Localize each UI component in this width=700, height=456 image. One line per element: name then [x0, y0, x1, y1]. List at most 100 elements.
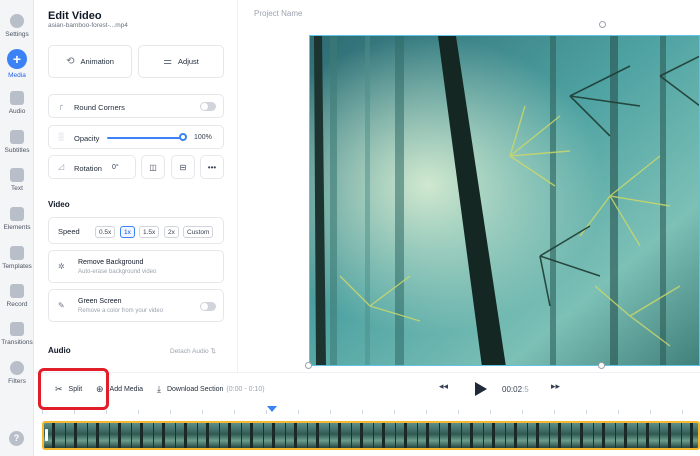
green-screen-toggle[interactable] — [200, 302, 216, 311]
clip-thumbnail — [506, 423, 528, 448]
clip-thumbnail — [198, 423, 220, 448]
animation-button[interactable]: ⟲ Animation — [48, 45, 132, 78]
round-corners-label: Round Corners — [74, 103, 125, 112]
file-name: asian-bamboo-forest-...mp4 — [48, 22, 128, 29]
rail-item-text[interactable]: Text — [0, 168, 34, 192]
rail-item-settings[interactable]: Settings — [0, 14, 34, 38]
ruler-tick — [106, 410, 107, 414]
clip-thumbnail — [462, 423, 484, 448]
rotation-input[interactable]: 0° — [112, 164, 119, 171]
transitions-icon — [10, 322, 24, 336]
ruler-tick — [202, 410, 203, 414]
rail-item-media[interactable]: Media — [0, 49, 34, 79]
rail-label: Subtitles — [4, 147, 30, 154]
rail-item-filters[interactable]: Filters — [0, 361, 34, 385]
more-icon: ••• — [207, 162, 217, 172]
time-fraction: :5 — [522, 385, 529, 394]
opacity-row: ░ Opacity 100% — [48, 125, 224, 149]
rail-item-record[interactable]: Record — [0, 284, 34, 308]
green-screen-title: Green Screen — [78, 298, 122, 305]
ruler-tick — [74, 410, 75, 414]
edit-panel: Edit Video asian-bamboo-forest-...mp4 ⟲ … — [35, 0, 238, 372]
plus-icon — [7, 49, 27, 69]
ruler-tick — [490, 410, 491, 414]
animation-label: Animation — [80, 57, 114, 66]
templates-icon — [10, 246, 24, 260]
ruler-tick — [170, 410, 171, 414]
ruler-tick — [362, 410, 363, 414]
flip-horizontal-icon: ◫ — [149, 162, 157, 172]
playhead[interactable] — [267, 406, 277, 412]
clip-thumbnail — [572, 423, 594, 448]
speed-2x[interactable]: 2x — [164, 226, 179, 238]
clip-thumbnail — [682, 423, 698, 448]
speed-label: Speed — [58, 227, 80, 236]
add-media-button[interactable]: ⊕ Add Media — [96, 384, 143, 395]
rail-item-transitions[interactable]: Transitions — [0, 322, 34, 346]
speed-1x[interactable]: 1x — [120, 226, 135, 238]
rail-item-templates[interactable]: Templates — [0, 246, 34, 270]
download-section-button[interactable]: ⤓ Download Section (0:00 - 0:10) — [157, 384, 265, 395]
flip-vertical-button[interactable]: ⊟ — [171, 155, 195, 179]
remove-background-row[interactable]: ✲ Remove Background Auto-erase backgroun… — [48, 250, 224, 283]
project-name[interactable]: Project Name — [254, 9, 302, 18]
speed-0.5x[interactable]: 0.5x — [95, 226, 116, 238]
green-screen-subtitle: Remove a color from your video — [78, 308, 164, 314]
clip-thumbnail — [396, 423, 418, 448]
ruler-tick — [138, 410, 139, 414]
opacity-slider-knob[interactable] — [179, 133, 187, 141]
record-icon — [10, 284, 24, 298]
detach-audio-button[interactable]: Detach Audio ⇅ — [170, 347, 216, 355]
speed-1.5x[interactable]: 1.5x — [139, 226, 160, 238]
remove-background-icon: ✲ — [58, 262, 65, 271]
ruler-tick — [394, 410, 395, 414]
adjust-button[interactable]: ⚌ Adjust — [138, 45, 224, 78]
resize-handle-bottom[interactable] — [598, 362, 605, 369]
download-label: Download Section — [166, 386, 224, 393]
detach-icon: ⇅ — [210, 348, 216, 355]
rewind-button[interactable]: ◂◂ — [439, 381, 448, 392]
speed-custom[interactable]: Custom — [183, 226, 214, 238]
rail-item-audio[interactable]: Audio — [0, 91, 34, 115]
video-preview[interactable] — [309, 35, 700, 366]
help-button[interactable]: ? — [9, 431, 24, 446]
elements-icon — [10, 207, 24, 221]
flip-horizontal-button[interactable]: ◫ — [141, 155, 165, 179]
remove-background-title: Remove Background — [78, 259, 144, 266]
ruler-tick — [298, 410, 299, 414]
opacity-slider-track[interactable] — [107, 137, 183, 139]
opacity-value: 100% — [194, 134, 212, 141]
clip-thumbnail — [66, 423, 88, 448]
clip-thumbnail — [616, 423, 638, 448]
clip-thumbnail — [220, 423, 242, 448]
clip-thumbnail — [660, 423, 682, 448]
forward-button[interactable]: ▸▸ — [551, 381, 560, 392]
ruler-tick — [458, 410, 459, 414]
clip-thumbnail — [440, 423, 462, 448]
download-range: (0:00 - 0:10) — [226, 386, 265, 393]
timeline-ruler[interactable] — [42, 410, 700, 418]
rail-item-subtitles[interactable]: Subtitles — [0, 130, 34, 154]
resize-handle-bottom-left[interactable] — [305, 362, 312, 369]
clip-trim-handle[interactable] — [45, 429, 48, 441]
video-track-clip[interactable] — [42, 421, 700, 450]
add-circle-icon: ⊕ — [96, 384, 104, 394]
time-main: 00:02 — [502, 385, 523, 394]
flip-vertical-icon: ⊟ — [179, 162, 187, 172]
download-icon: ⤓ — [157, 384, 161, 394]
left-rail: Settings Media Audio Subtitles Text Elem… — [0, 0, 34, 456]
rail-label: Transitions — [1, 339, 33, 346]
clip-thumbnail — [154, 423, 176, 448]
corner-icon: ╭ — [58, 101, 63, 110]
rail-label: Settings — [5, 31, 29, 38]
rotate-handle[interactable] — [599, 21, 606, 28]
music-icon — [10, 91, 24, 105]
clip-thumbnail — [352, 423, 374, 448]
clip-thumbnail — [132, 423, 154, 448]
remove-background-subtitle: Auto-erase background video — [78, 269, 157, 275]
round-corners-toggle[interactable] — [200, 102, 216, 111]
sliders-icon: ⚌ — [163, 56, 173, 67]
more-options-button[interactable]: ••• — [200, 155, 224, 179]
play-button[interactable] — [475, 382, 487, 396]
rail-item-elements[interactable]: Elements — [0, 207, 34, 231]
